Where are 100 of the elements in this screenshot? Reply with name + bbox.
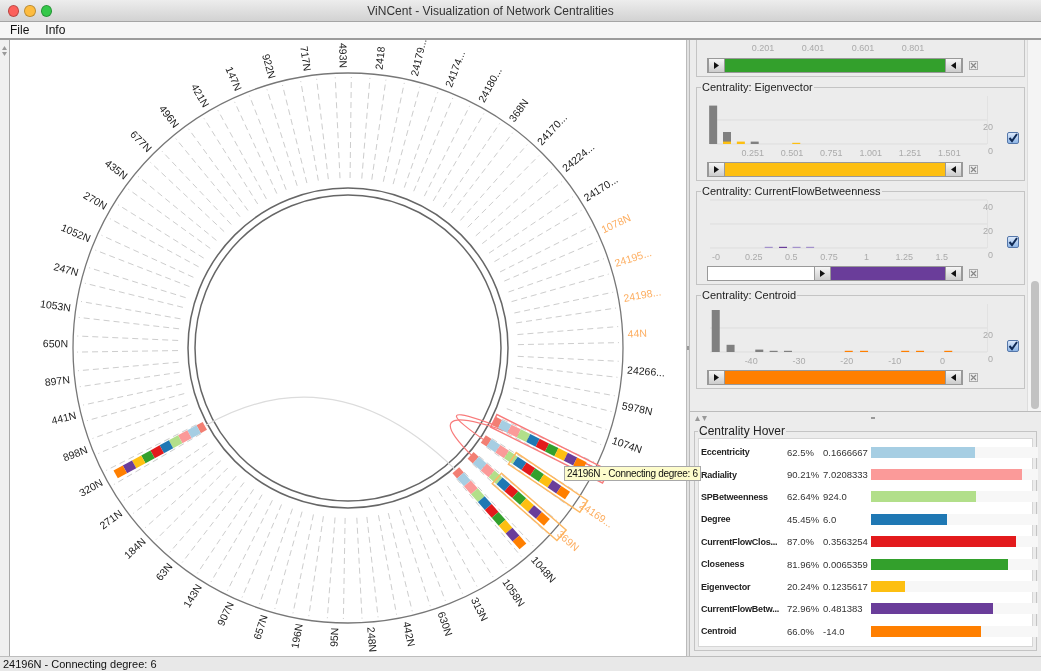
close-icon[interactable] [969, 165, 978, 174]
axis-tick-label: 0.201 [750, 42, 776, 54]
slider-handle[interactable] [945, 267, 962, 280]
node-label[interactable]: 441N [50, 408, 78, 427]
node-label[interactable]: 5978N [620, 399, 654, 418]
caret-right-icon [714, 374, 719, 381]
range-slider[interactable] [707, 162, 963, 177]
zoom-button[interactable] [40, 4, 52, 17]
node-label[interactable]: 24179... [407, 40, 429, 78]
centrality-percent: 81.96% [787, 558, 821, 570]
histogram-bar [736, 141, 745, 144]
centrality-name: Closeness [701, 559, 746, 570]
caret-left-icon [951, 62, 956, 69]
splitter-arrows-icon[interactable] [695, 415, 707, 421]
slider-handle[interactable] [945, 371, 962, 384]
close-icon[interactable] [969, 61, 978, 70]
axis-tick-label: -10 [888, 356, 902, 366]
centrality-value: 0.1666667 [823, 446, 869, 458]
caret-left-icon [951, 270, 956, 277]
menu-item[interactable]: Info [41, 23, 70, 37]
node-label[interactable]: 630N [435, 610, 456, 638]
node-label[interactable]: 196N [288, 622, 305, 650]
node-label[interactable]: 313N [468, 595, 491, 623]
checkbox[interactable] [1007, 132, 1019, 144]
axis-tick-label: 1.001 [859, 148, 882, 158]
node-label[interactable]: 248N [365, 626, 380, 653]
histogram-bar [750, 141, 759, 144]
slider-handle[interactable] [945, 163, 962, 176]
status-text: 24196N - Connecting degree: 6 [3, 658, 157, 670]
caret-left-icon [951, 166, 956, 173]
centrality-value: 6.0 [823, 513, 838, 525]
caret-right-icon [819, 270, 825, 277]
node-label[interactable]: 1074N [610, 433, 644, 456]
node-label[interactable]: 898N [61, 443, 89, 464]
slider-handle[interactable] [708, 163, 725, 176]
node-label[interactable]: 907N [214, 599, 236, 628]
panel-title: Centrality Hover [698, 424, 787, 438]
node-label[interactable]: 442N [400, 620, 418, 648]
panel-title: Centrality: Eigenvector [701, 81, 814, 94]
checkbox[interactable] [1007, 340, 1019, 352]
close-icon[interactable] [969, 373, 978, 382]
checkbox[interactable] [1007, 236, 1019, 248]
centrality-percent: 72.96% [787, 603, 821, 615]
node-label[interactable]: 493N [337, 42, 350, 69]
axis-tick-label: 0.5 [785, 252, 798, 262]
node-label[interactable]: 922N [260, 52, 279, 80]
centrality-value: 924.0 [823, 491, 848, 503]
tooltip: 24196N - Connecting degree: 6 [564, 466, 701, 481]
axis-tick-label: 0.751 [820, 148, 843, 158]
centrality-name: CurrentFlowClos... [701, 536, 779, 547]
node-label[interactable]: 657N [250, 613, 270, 641]
axis-tick-label: 40 [983, 202, 993, 212]
node-label[interactable]: 717N [298, 45, 314, 72]
centrality-percent: 87.0% [787, 536, 815, 548]
window-title: ViNCent - Visualization of Network Centralities [366, 3, 615, 18]
node-label[interactable]: 1053N [39, 297, 72, 314]
centrality-name: SPBetweenness [701, 491, 769, 502]
histogram-bar [711, 310, 720, 352]
panel-title: Centrality: CurrentFlowBetweenness [701, 185, 882, 198]
range-slider[interactable] [707, 266, 963, 281]
slider-handle[interactable] [708, 371, 725, 384]
caret-left-icon [951, 374, 956, 381]
node-label[interactable]: 2418 [372, 45, 387, 71]
centrality-percent: 45.45% [787, 513, 821, 525]
centrality-value: 0.3563254 [823, 536, 869, 548]
axis-tick-label: -30 [792, 356, 806, 366]
centrality-name: Centroid [701, 626, 738, 637]
axis-tick-label: 1.5 [935, 252, 949, 262]
node-label[interactable]: 63N [153, 560, 175, 583]
axis-tick-label: 20 [983, 226, 993, 236]
node-label[interactable]: 24266... [626, 363, 666, 379]
slider-handle[interactable] [813, 267, 831, 280]
axis-tick-label: 0.801 [900, 42, 926, 54]
range-slider[interactable] [707, 58, 963, 73]
node-label[interactable]: 247N [52, 260, 80, 279]
range-slider[interactable] [707, 370, 963, 385]
centrality-value: 0.1235617 [823, 581, 869, 593]
scrollbar-thumb[interactable] [1030, 281, 1039, 409]
slider-handle[interactable] [708, 59, 725, 72]
axis-tick-label: 0.601 [850, 42, 876, 54]
centrality-name: Eigenvector [701, 581, 752, 592]
centrality-name: CurrentFlowBetw... [701, 603, 781, 614]
centrality-name: Eccentricity [701, 447, 751, 458]
node-label[interactable]: 147N [223, 64, 245, 93]
slider-handle[interactable] [945, 59, 962, 72]
histogram-bar [709, 105, 718, 144]
close-icon[interactable] [969, 269, 978, 278]
node-label[interactable]: 320N [76, 476, 105, 499]
close-button[interactable] [8, 4, 20, 17]
node-label[interactable]: 95N [327, 627, 341, 648]
centrality-value: -14.0 [823, 625, 846, 637]
node-label[interactable]: 650N [42, 337, 69, 350]
splitter-arrows-icon[interactable] [2, 45, 7, 57]
centrality-percent: 90.21% [787, 469, 821, 481]
centrality-value: 0.0065359 [823, 558, 869, 570]
axis-tick-label: 1 [864, 252, 870, 262]
minimize-button[interactable] [24, 4, 36, 17]
menu-item[interactable]: File [6, 23, 34, 37]
node-label[interactable]: 897N [44, 373, 71, 389]
histogram-bar [755, 349, 764, 352]
